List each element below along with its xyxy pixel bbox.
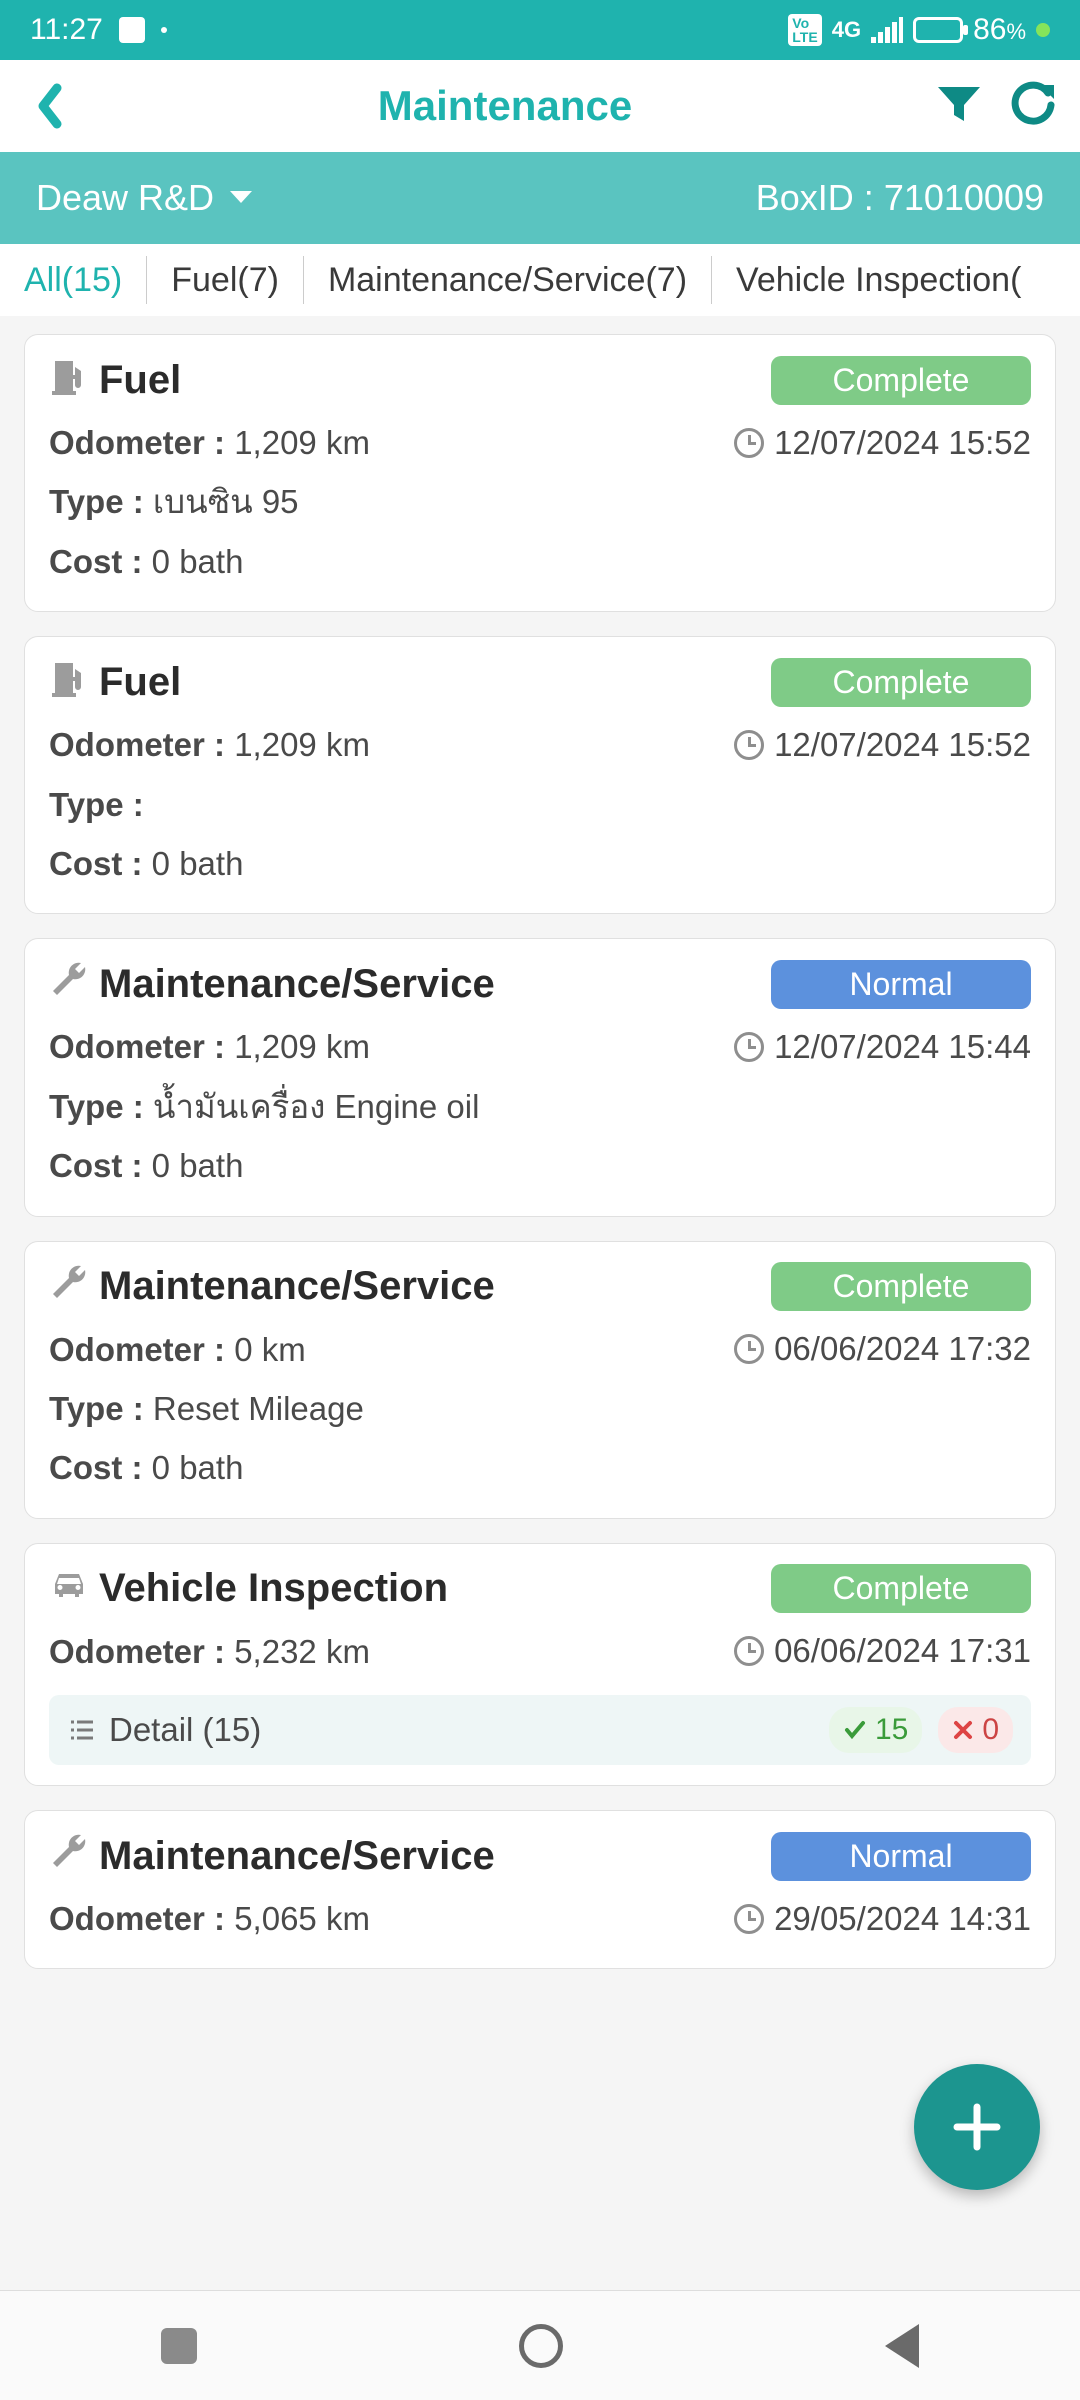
status-badge: Complete [771,356,1031,405]
tab-all[interactable]: All(15) [0,256,147,304]
wrench-icon [49,1831,89,1881]
app-bar: Maintenance [0,60,1080,152]
record-card[interactable]: Maintenance/Service Complete Odometer : … [24,1241,1056,1519]
status-app-icon [119,17,145,43]
back-button[interactable] [24,83,74,129]
record-datetime: 29/05/2024 14:31 [734,1900,1031,1938]
network-4g-icon: 4G [832,17,861,43]
record-card[interactable]: Maintenance/Service Normal Odometer : 5,… [24,1810,1056,1969]
fuel-icon [49,657,89,707]
clock-time: 11:27 [30,13,103,47]
tab-maintenance[interactable]: Maintenance/Service(7) [304,256,712,304]
card-title: Maintenance/Service [99,962,495,1007]
chevron-down-icon [228,189,254,207]
box-id: BoxID : 71010009 [756,177,1044,219]
status-badge: Complete [771,1262,1031,1311]
wrench-icon [49,1262,89,1312]
records-list[interactable]: Fuel Complete Odometer : 1,209 km 12/07/… [0,316,1080,1987]
clock-icon [734,730,764,760]
record-datetime: 12/07/2024 15:52 [734,424,1031,462]
card-title: Vehicle Inspection [99,1566,448,1611]
clock-icon [734,1032,764,1062]
record-datetime: 06/06/2024 17:32 [734,1330,1031,1368]
clock-icon [734,1904,764,1934]
add-button[interactable] [914,2064,1040,2190]
vehicle-dropdown[interactable]: Deaw R&D [36,177,254,219]
record-card[interactable]: Fuel Complete Odometer : 1,209 km 12/07/… [24,334,1056,612]
list-icon [67,1715,97,1745]
clock-icon [734,428,764,458]
page-title: Maintenance [74,82,936,130]
fail-count: 0 [938,1707,1013,1753]
nav-back-icon[interactable] [885,2324,919,2368]
tab-fuel[interactable]: Fuel(7) [147,256,304,304]
record-card[interactable]: Vehicle Inspection Complete Odometer : 5… [24,1543,1056,1786]
volte-icon: VoLTE [788,14,821,46]
vehicle-name: Deaw R&D [36,177,214,219]
car-icon [49,1564,89,1614]
clock-icon [734,1334,764,1364]
status-badge: Normal [771,1832,1031,1881]
record-card[interactable]: Fuel Complete Odometer : 1,209 km 12/07/… [24,636,1056,914]
clock-icon [734,1636,764,1666]
status-dot-icon [161,27,167,33]
wrench-icon [49,959,89,1009]
signal-icon [871,17,903,43]
android-nav-bar [0,2290,1080,2400]
plus-icon [949,2099,1005,2155]
detail-bar[interactable]: Detail (15) 15 0 [49,1695,1031,1765]
record-datetime: 12/07/2024 15:44 [734,1028,1031,1066]
status-badge: Complete [771,658,1031,707]
refresh-button[interactable] [1010,81,1056,132]
status-badge: Normal [771,960,1031,1009]
pass-count: 15 [829,1707,922,1753]
status-bar: 11:27 VoLTE 4G 86% [0,0,1080,60]
card-title: Maintenance/Service [99,1834,495,1879]
filter-button[interactable] [936,81,982,132]
tab-inspection[interactable]: Vehicle Inspection( [712,256,1045,304]
card-title: Maintenance/Service [99,1264,495,1309]
record-datetime: 12/07/2024 15:52 [734,726,1031,764]
card-title: Fuel [99,660,181,705]
battery-icon [913,17,963,43]
vehicle-selector-bar: Deaw R&D BoxID : 71010009 [0,152,1080,244]
green-dot-icon [1036,23,1050,37]
fuel-icon [49,355,89,405]
filter-tabs: All(15) Fuel(7) Maintenance/Service(7) V… [0,244,1080,316]
nav-home-icon[interactable] [519,2324,563,2368]
status-badge: Complete [771,1564,1031,1613]
record-card[interactable]: Maintenance/Service Normal Odometer : 1,… [24,938,1056,1216]
card-title: Fuel [99,358,181,403]
battery-percent: 86% [973,13,1026,47]
record-datetime: 06/06/2024 17:31 [734,1632,1031,1670]
nav-recent-icon[interactable] [161,2328,197,2364]
